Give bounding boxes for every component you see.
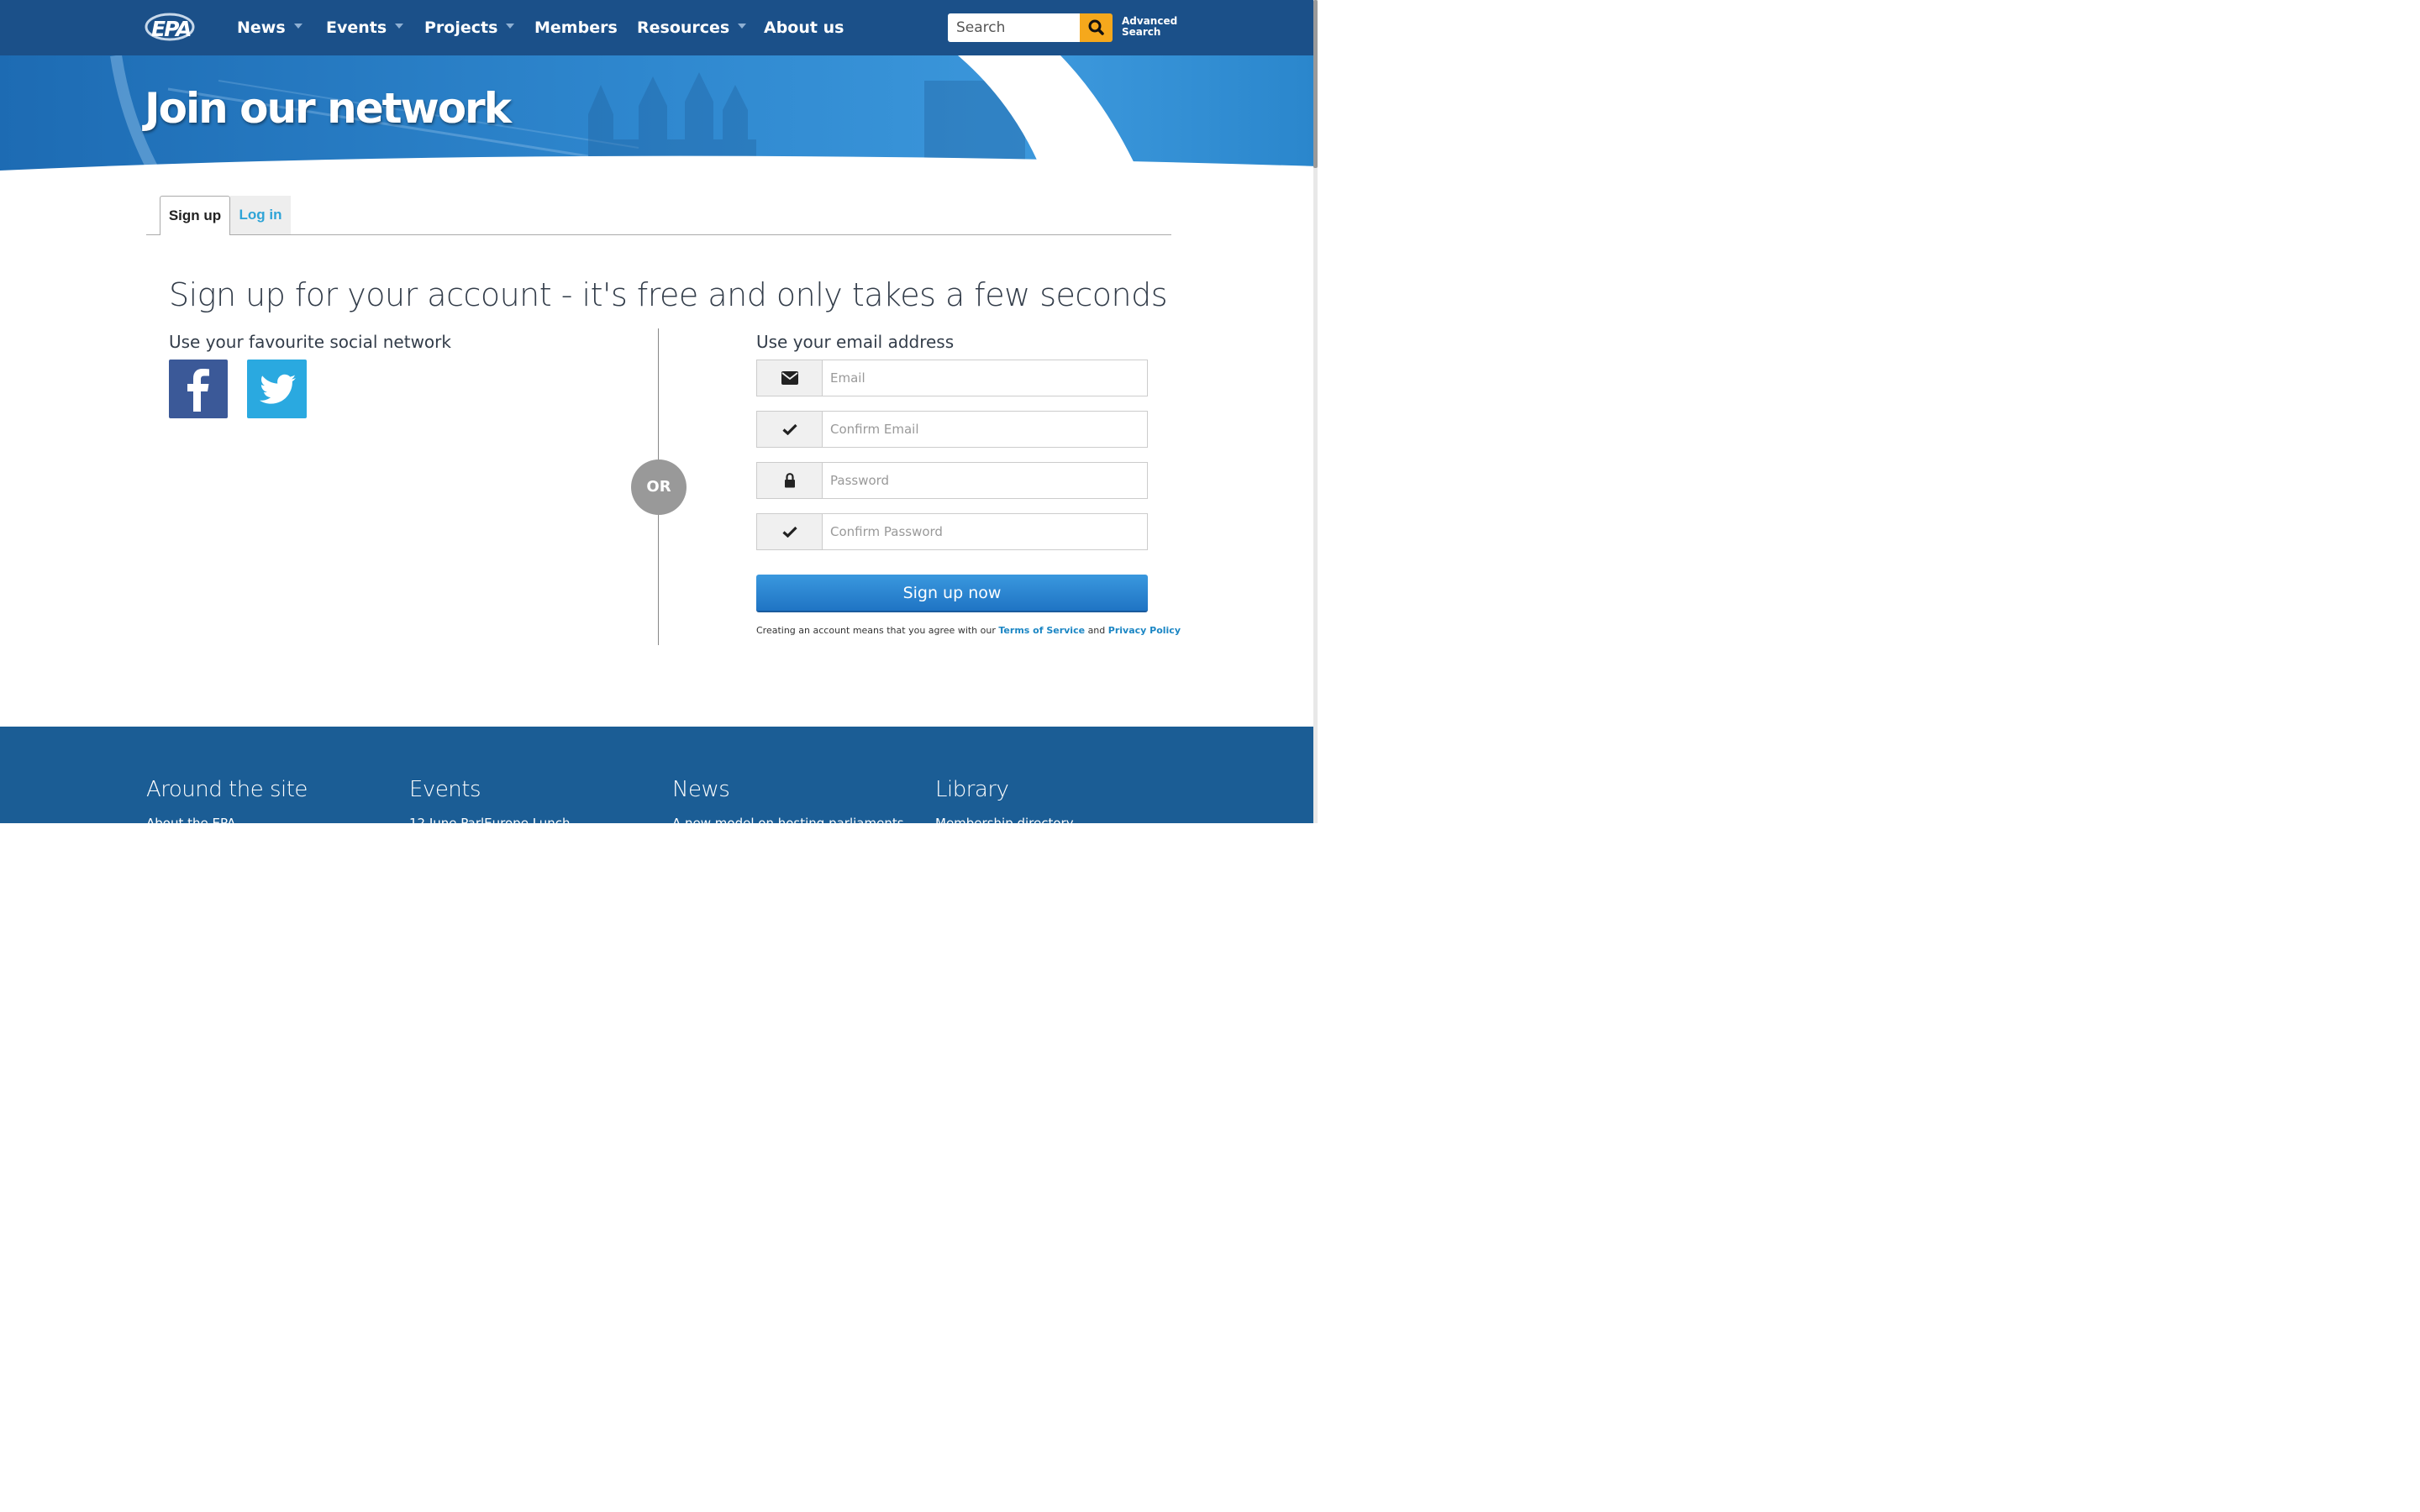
confirm-password-field-row — [756, 513, 1148, 550]
svg-text:EPA: EPA — [151, 17, 191, 41]
footer-link[interactable]: 12 June ParlEurope Lunch — [409, 815, 571, 823]
tab-divider — [146, 234, 1171, 235]
twitter-icon — [260, 374, 296, 404]
footer-heading-library: Library — [935, 777, 1009, 802]
terms-of-service-link[interactable]: Terms of Service — [998, 625, 1085, 636]
nav-members[interactable]: Members — [534, 17, 618, 39]
caret-down-icon — [293, 23, 302, 29]
privacy-policy-link[interactable]: Privacy Policy — [1108, 625, 1181, 636]
facebook-icon — [187, 369, 209, 412]
nav-news-label: News — [237, 18, 286, 37]
lock-icon — [785, 473, 795, 488]
search-icon — [1088, 19, 1104, 35]
epa-logo[interactable]: EPA — [145, 12, 215, 42]
nav-members-label: Members — [534, 18, 618, 37]
terms-prefix: Creating an account means that you agree… — [756, 625, 996, 636]
footer-heading-events: Events — [409, 777, 481, 802]
footer-heading-news: News — [672, 777, 730, 802]
nav-resources[interactable]: Resources — [637, 17, 747, 39]
sign-up-now-button[interactable]: Sign up now — [756, 575, 1148, 612]
nav-about-us[interactable]: About us — [764, 17, 844, 39]
checkmark-icon — [782, 526, 797, 538]
confirm-password-field[interactable] — [822, 513, 1148, 550]
envelope-icon — [781, 371, 798, 385]
footer-link[interactable]: Membership directory — [935, 815, 1074, 823]
checkmark-icon — [782, 423, 797, 435]
footer-heading-around-the-site: Around the site — [146, 777, 308, 802]
email-field[interactable] — [822, 360, 1148, 396]
search-input[interactable] — [948, 13, 1081, 42]
tab-sign-up[interactable]: Sign up — [160, 196, 230, 235]
nav-about-us-label: About us — [764, 18, 844, 37]
caret-down-icon — [395, 23, 404, 29]
envelope-icon-box — [756, 360, 823, 396]
password-field-row — [756, 462, 1148, 499]
email-heading: Use your email address — [756, 332, 955, 352]
confirm-email-field[interactable] — [822, 411, 1148, 448]
page-title: Join our network — [145, 84, 512, 133]
search-button[interactable] — [1080, 13, 1113, 42]
footer-link[interactable]: A new model on hosting parliaments — [672, 815, 904, 823]
nav-resources-label: Resources — [637, 18, 730, 37]
terms-and: and — [1087, 625, 1106, 636]
advanced-search-link[interactable]: Advanced Search — [1122, 16, 1181, 38]
nav-events[interactable]: Events — [326, 17, 404, 39]
checkmark-icon-box — [756, 411, 823, 448]
top-navbar: EPA News Events Projects Members Resourc… — [0, 0, 1318, 55]
caret-down-icon — [506, 23, 515, 29]
scrollbar-thumb[interactable] — [1313, 0, 1318, 168]
nav-news[interactable]: News — [237, 17, 302, 39]
caret-down-icon — [738, 23, 747, 29]
email-field-row — [756, 360, 1148, 396]
or-badge: OR — [631, 459, 687, 515]
nav-projects-label: Projects — [424, 18, 498, 37]
nav-events-label: Events — [326, 18, 387, 37]
signup-headline: Sign up for your account - it's free and… — [169, 276, 1168, 313]
twitter-signup-button[interactable] — [247, 360, 307, 418]
checkmark-icon-box — [756, 513, 823, 550]
footer-link[interactable]: About the EPA — [146, 815, 235, 823]
lock-icon-box — [756, 462, 823, 499]
social-heading: Use your favourite social network — [169, 332, 451, 352]
tab-log-in[interactable]: Log in — [230, 196, 291, 234]
password-field[interactable] — [822, 462, 1148, 499]
confirm-email-field-row — [756, 411, 1148, 448]
nav-projects[interactable]: Projects — [424, 17, 515, 39]
facebook-signup-button[interactable] — [169, 360, 228, 418]
terms-notice: Creating an account means that you agree… — [756, 624, 1181, 638]
